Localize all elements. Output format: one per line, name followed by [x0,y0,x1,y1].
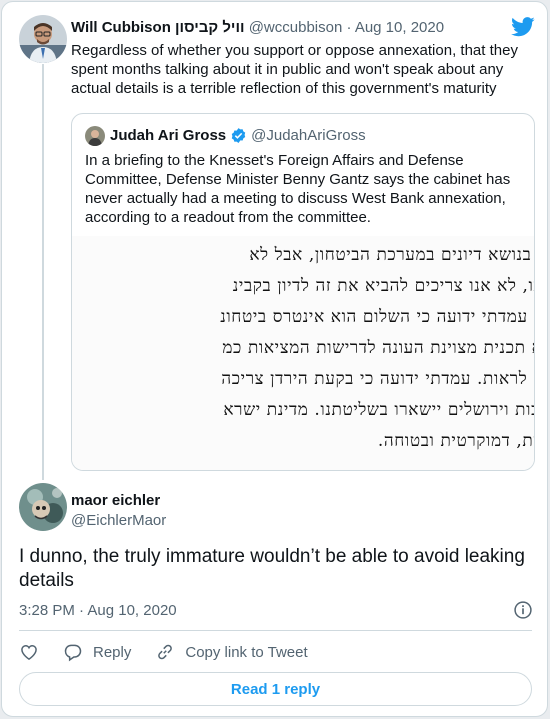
separator-dot: · [346,19,352,36]
author-handle[interactable]: @wccubbison [249,19,343,36]
tweet-date[interactable]: Aug 10, 2020 [355,19,444,36]
divider [19,630,532,631]
media-text-line: עד כה. עמדתי ידועה כי השלום הוא אינטרס ב… [72,302,534,333]
read-replies-button[interactable]: Read 1 reply [19,672,532,706]
quoted-text: In a briefing to the Knesset's Foreign A… [85,152,511,226]
action-bar: Reply Copy link to Tweet [19,640,332,664]
media-text-line: ה יהודית, דמוקרטית ובטוחה. [377,431,534,451]
quoted-avatar [85,126,105,146]
media-text-line: י רוצים לראות. עמדתי ידועה כי בקעת הירדן… [221,369,534,389]
copy-link-label: Copy link to Tweet [185,643,308,661]
reply-button[interactable]: Reply [63,642,131,662]
quoted-author-name: Judah Ari Gross [110,127,227,144]
reply-avatar[interactable] [19,483,67,531]
avatar[interactable] [19,15,67,63]
copy-link-button[interactable]: Copy link to Tweet [155,642,308,662]
info-icon[interactable] [513,600,533,620]
tweet-text: Regardless of whether you support or opp… [71,42,518,97]
link-icon [158,644,173,660]
reply-timestamp[interactable]: 3:28 PM · Aug 10, 2020 [19,602,177,619]
highlighted-text: עד כה. [533,307,534,327]
media-text-line: מפ היא תכנית מצוינת העונה לדרישות המציאו… [222,338,534,358]
author-name[interactable]: Will Cubbison וויל קביסון [71,19,245,36]
reply-header: maor eichler @EichlerMaor [71,491,166,531]
separator-dot: · [79,602,85,619]
media-text-line: מדים בו, לא אנו צריכים להביא את זה לדיון… [232,276,534,296]
twitter-logo-icon[interactable] [511,17,535,37]
media-text-line: קיימתי בנושא דיונים במערכת הביטחון, אבל … [249,245,534,265]
reply-time[interactable]: 3:28 PM [19,602,75,619]
reply-date[interactable]: Aug 10, 2020 [87,602,176,619]
heart-icon [21,644,37,660]
tweet-embed-card: Will Cubbison וויל קביסון @wccubbison · … [1,1,548,717]
reply-author-name[interactable]: maor eichler [71,491,166,511]
quoted-author-handle: @JudahAriGross [251,127,366,144]
reply-label: Reply [93,643,132,661]
quoted-tweet[interactable]: Judah Ari Gross @JudahAriGross In a brie… [71,113,535,471]
reply-text: I dunno, the truly immature wouldn’t be … [19,546,525,591]
thread-connector-line [42,64,44,480]
quoted-media-image[interactable]: קיימתי בנושא דיונים במערכת הביטחון, אבל … [72,236,534,470]
quoted-header: Judah Ari Gross @JudahAriGross [110,127,366,144]
reply-icon [64,644,82,662]
media-text-line: התיישבות וירושלים יישארו בשליטתנו. מדינת… [223,400,534,420]
tweet-header: Will Cubbison וויל קביסון @wccubbison · … [71,19,444,36]
like-button[interactable] [19,642,39,662]
reply-author-handle[interactable]: @EichlerMaor [71,511,166,531]
verified-badge-icon [231,128,246,143]
